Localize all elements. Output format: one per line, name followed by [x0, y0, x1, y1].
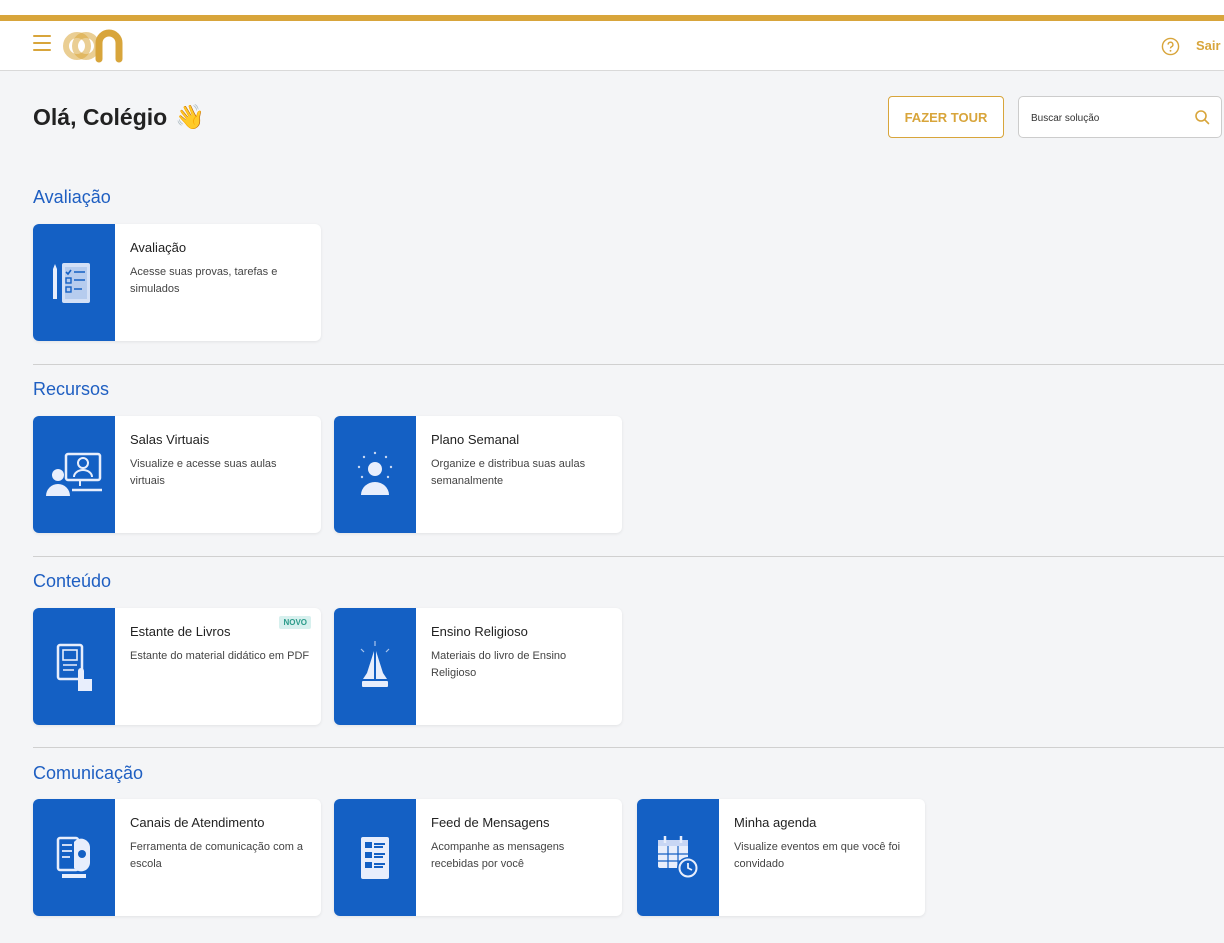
search-input[interactable]	[1031, 109, 1181, 127]
virtual-classroom-icon	[46, 452, 102, 496]
search-icon[interactable]	[1194, 109, 1210, 125]
section-divider	[33, 556, 1224, 557]
card-title: Salas Virtuais	[130, 432, 210, 447]
support-channel-icon	[56, 836, 91, 878]
greeting: Olá, Colégio 👋	[33, 103, 205, 132]
calendar-clock-icon	[658, 835, 699, 879]
card-description: Visualize e acesse suas aulas virtuais	[130, 458, 277, 487]
logout-link[interactable]: Sair	[1196, 38, 1221, 53]
bookshelf-icon	[56, 643, 92, 691]
assessment-icon	[53, 262, 90, 303]
card-avaliacao[interactable]: Avaliação Acesse suas provas, tarefas e …	[33, 224, 321, 341]
section-title-avaliacao: Avaliação	[33, 187, 111, 207]
card-description: Organize e distribua suas aulas semanalm…	[431, 458, 586, 487]
section-title-comunicacao: Comunicação	[33, 763, 144, 783]
weekly-plan-icon	[357, 451, 393, 495]
section-title-recursos: Recursos	[33, 379, 110, 399]
card-title: Plano Semanal	[431, 432, 520, 447]
card-ensino-religioso[interactable]: Ensino Religioso Materiais do livro de E…	[334, 608, 622, 725]
card-description: Materiais do livro de Ensino Religioso	[431, 650, 567, 679]
top-bar: Sair	[0, 21, 1224, 71]
section-divider	[33, 364, 1224, 365]
on-logo[interactable]	[63, 29, 127, 63]
card-title: Estante de Livros	[130, 624, 231, 639]
card-description: Estante do material didático em PDF	[130, 650, 310, 662]
waving-hand-icon: 👋	[175, 104, 206, 131]
card-minha-agenda[interactable]: Minha agenda Visualize eventos em que vo…	[637, 799, 925, 916]
hamburger-menu-icon[interactable]	[33, 35, 51, 51]
card-title: Avaliação	[130, 240, 187, 255]
help-icon[interactable]	[1161, 37, 1180, 56]
section-divider	[33, 747, 1224, 748]
card-description: Ferramenta de comunicação com a escola	[130, 841, 304, 870]
card-plano-semanal[interactable]: Plano Semanal Organize e distribua suas …	[334, 416, 622, 533]
section-title-conteudo: Conteúdo	[33, 571, 112, 591]
card-title: Canais de Atendimento	[130, 815, 265, 830]
message-feed-icon	[361, 836, 389, 879]
card-description: Visualize eventos em que você foi convid…	[734, 841, 901, 870]
new-badge: NOVO	[279, 616, 311, 629]
card-feed-de-mensagens[interactable]: Feed de Mensagens Acompanhe as mensagens…	[334, 799, 622, 916]
tour-button[interactable]: FAZER TOUR	[888, 96, 1004, 138]
card-title: Ensino Religioso	[431, 624, 528, 639]
card-salas-virtuais[interactable]: Salas Virtuais Visualize e acesse suas a…	[33, 416, 321, 533]
card-estante-de-livros[interactable]: NOVO Estante de Livros Estante do materi…	[33, 608, 321, 725]
praying-hands-icon	[360, 640, 390, 687]
greeting-text: Olá, Colégio	[33, 104, 168, 130]
search-box[interactable]	[1018, 96, 1222, 138]
top-strip	[0, 0, 1224, 21]
card-description: Acompanhe as mensagens recebidas por voc…	[431, 841, 565, 870]
card-title: Feed de Mensagens	[431, 815, 550, 830]
card-title: Minha agenda	[734, 815, 817, 830]
card-description: Acesse suas provas, tarefas e simulados	[130, 266, 278, 295]
card-canais-de-atendimento[interactable]: Canais de Atendimento Ferramenta de comu…	[33, 799, 321, 916]
